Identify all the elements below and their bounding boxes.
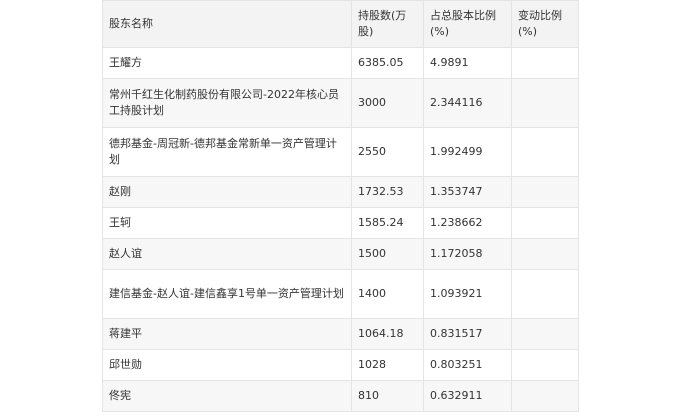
cell-change	[511, 269, 579, 319]
table-row: 赵人谊 1500 1.172058	[102, 238, 579, 270]
cell-shares: 1732.53	[351, 176, 424, 208]
table-row: 蒋建平 1064.18 0.831517	[102, 318, 579, 350]
cell-name: 邱世勋	[102, 349, 352, 381]
cell-ratio: 1.093921	[423, 269, 512, 319]
cell-name: 建信基金-赵人谊-建信鑫享1号单一资产管理计划	[102, 269, 352, 319]
table-row: 佟宪 810 0.632911	[102, 380, 579, 412]
header-shares: 持股数(万股)	[351, 0, 424, 48]
header-shareholder-name: 股东名称	[102, 0, 352, 48]
table-row: 邱世勋 1028 0.803251	[102, 349, 579, 381]
cell-ratio: 0.831517	[423, 318, 512, 350]
cell-name: 赵人谊	[102, 238, 352, 270]
table-row: 常州千红生化制药股份有限公司-2022年核心员工持股计划 3000 2.3441…	[102, 78, 579, 128]
cell-shares: 6385.05	[351, 47, 424, 79]
cell-shares: 1585.24	[351, 207, 424, 239]
header-change-ratio: 变动比例(%)	[511, 0, 579, 48]
cell-ratio: 1.353747	[423, 176, 512, 208]
cell-shares: 2550	[351, 127, 424, 177]
table-row: 王耀方 6385.05 4.9891	[102, 47, 579, 79]
cell-name: 德邦基金-周冠新-德邦基金常新单一资产管理计划	[102, 127, 352, 177]
cell-shares: 1500	[351, 238, 424, 270]
cell-change	[511, 127, 579, 177]
cell-name: 蒋建平	[102, 318, 352, 350]
cell-ratio: 0.803251	[423, 349, 512, 381]
cell-change	[511, 380, 579, 412]
cell-shares: 1028	[351, 349, 424, 381]
cell-name: 佟宪	[102, 380, 352, 412]
table-row: 建信基金-赵人谊-建信鑫享1号单一资产管理计划 1400 1.093921	[102, 269, 579, 319]
header-share-ratio: 占总股本比例(%)	[423, 0, 512, 48]
cell-ratio: 2.344116	[423, 78, 512, 128]
cell-change	[511, 47, 579, 79]
cell-ratio: 4.9891	[423, 47, 512, 79]
cell-change	[511, 349, 579, 381]
shareholder-table: 股东名称 持股数(万股) 占总股本比例(%) 变动比例(%) 王耀方 6385.…	[102, 0, 579, 412]
cell-ratio: 1.992499	[423, 127, 512, 177]
shareholder-table-container: 股东名称 持股数(万股) 占总股本比例(%) 变动比例(%) 王耀方 6385.…	[102, 0, 579, 412]
table-header-row: 股东名称 持股数(万股) 占总股本比例(%) 变动比例(%)	[102, 0, 579, 48]
cell-change	[511, 318, 579, 350]
cell-ratio: 1.172058	[423, 238, 512, 270]
cell-shares: 1064.18	[351, 318, 424, 350]
cell-name: 赵刚	[102, 176, 352, 208]
table-row: 赵刚 1732.53 1.353747	[102, 176, 579, 208]
cell-name: 常州千红生化制药股份有限公司-2022年核心员工持股计划	[102, 78, 352, 128]
cell-name: 王耀方	[102, 47, 352, 79]
cell-name: 王轲	[102, 207, 352, 239]
cell-ratio: 0.632911	[423, 380, 512, 412]
table-row: 德邦基金-周冠新-德邦基金常新单一资产管理计划 2550 1.992499	[102, 127, 579, 177]
cell-shares: 810	[351, 380, 424, 412]
cell-shares: 3000	[351, 78, 424, 128]
cell-change	[511, 207, 579, 239]
cell-change	[511, 78, 579, 128]
cell-shares: 1400	[351, 269, 424, 319]
cell-change	[511, 176, 579, 208]
table-row: 王轲 1585.24 1.238662	[102, 207, 579, 239]
cell-ratio: 1.238662	[423, 207, 512, 239]
cell-change	[511, 238, 579, 270]
